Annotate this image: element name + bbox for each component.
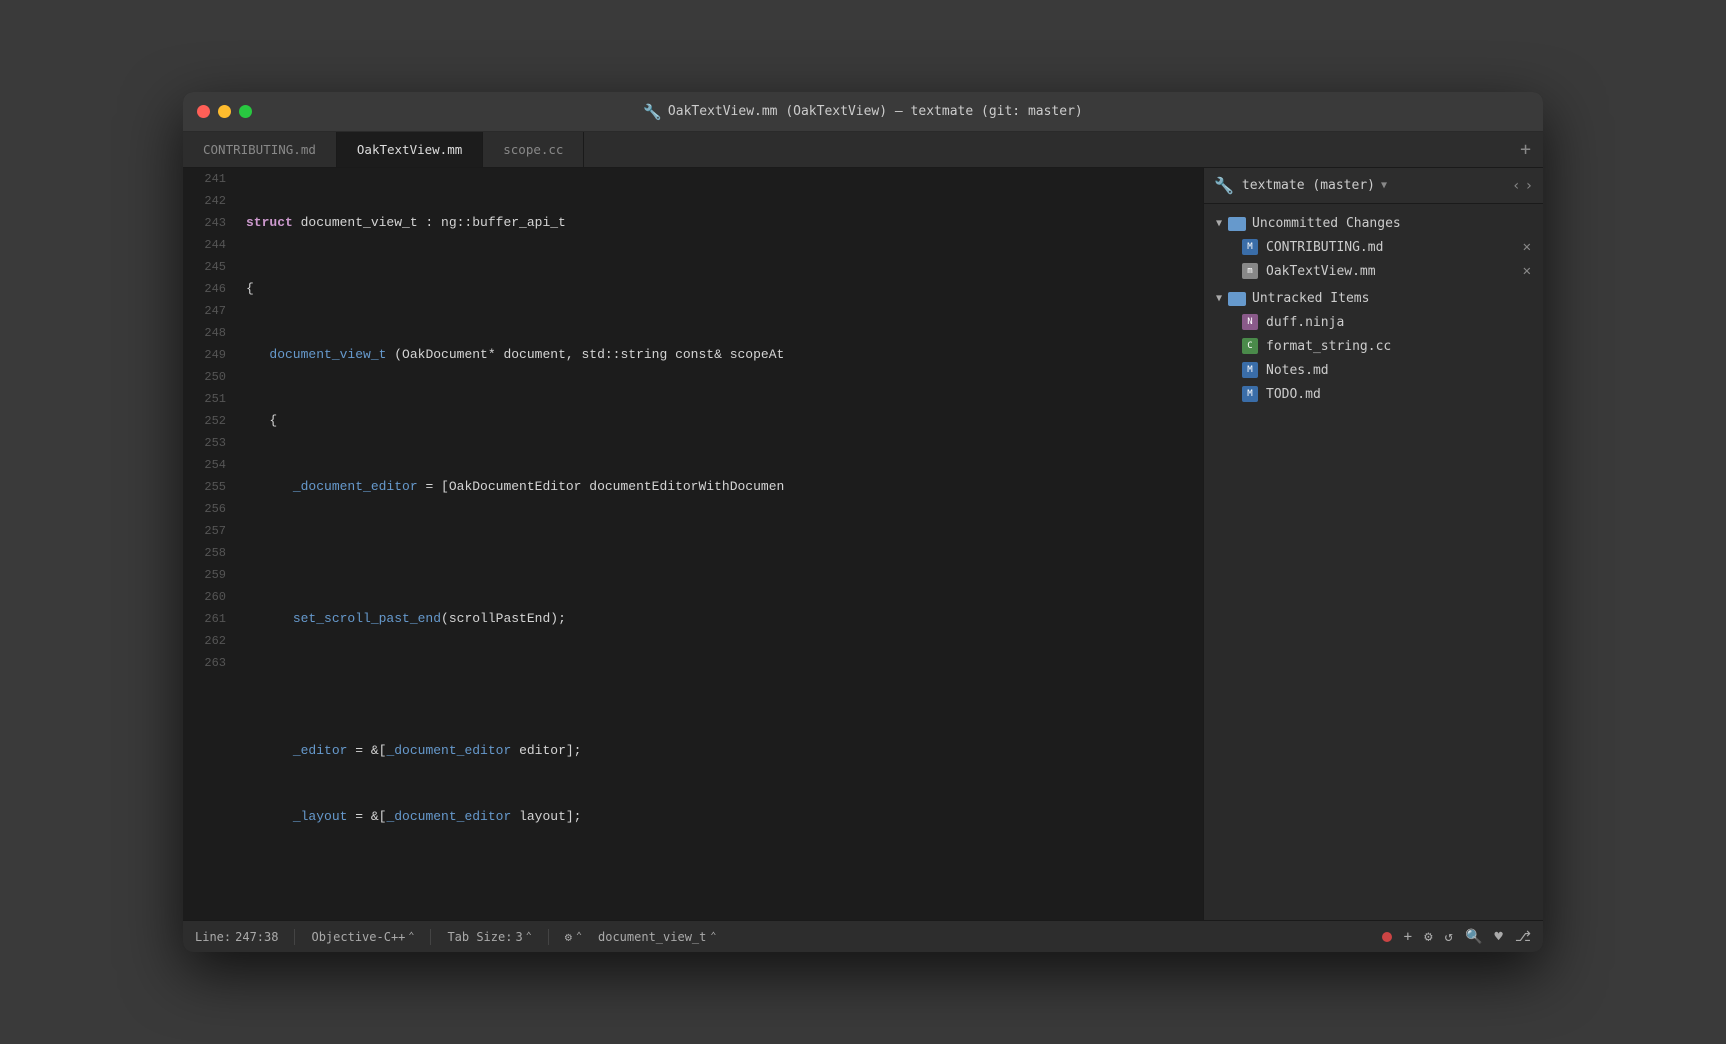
tab-size-selector[interactable]: Tab Size: 3 ⌃: [447, 930, 531, 944]
tab-value: 3: [515, 930, 522, 944]
repo-icon: 🔧: [1214, 176, 1234, 195]
oaktextview-filename: OakTextView.mm: [1266, 264, 1515, 279]
line-value: 247:38: [235, 930, 278, 944]
file-icon-mm: m: [1242, 263, 1258, 279]
chevron-down-icon: ▼: [1381, 180, 1387, 191]
heart-button[interactable]: ♥: [1494, 929, 1502, 945]
tabs-bar: CONTRIBUTING.md OakTextView.mm scope.cc …: [183, 132, 1543, 168]
tab-contributing[interactable]: CONTRIBUTING.md: [183, 132, 337, 167]
right-panel-header: 🔧 textmate (master) ▼ ‹ ›: [1204, 168, 1543, 204]
code-content[interactable]: struct document_view_t : ng::buffer_api_…: [238, 168, 1203, 920]
triangle-icon: ▼: [1216, 293, 1222, 304]
tree-item-duff-ninja[interactable]: N duff.ninja: [1204, 310, 1543, 334]
file-icon-cc: C: [1242, 338, 1258, 354]
traffic-lights: [183, 105, 252, 118]
right-panel: 🔧 textmate (master) ▼ ‹ › ▼ Uncommitted …: [1203, 168, 1543, 920]
tab-label: Tab Size:: [447, 930, 512, 944]
titlebar: 🔧 OakTextView.mm (OakTextView) — textmat…: [183, 92, 1543, 132]
code-line-245: _document_editor = [OakDocumentEditor do…: [246, 476, 1203, 498]
status-divider-1: [294, 929, 295, 945]
line-numbers: 241 ▼242 243 ▼244 245 246 +247 +248 249 …: [183, 168, 238, 920]
add-bookmark-button[interactable]: +: [1404, 929, 1412, 945]
uncommitted-changes-label: Uncommitted Changes: [1252, 216, 1401, 231]
code-line-241: struct document_view_t : ng::buffer_api_…: [246, 212, 1203, 234]
statusbar: Line: 247:38 Objective-C++ ⌃ Tab Size: 3…: [183, 920, 1543, 952]
status-symbol[interactable]: document_view_t ⌃: [598, 930, 716, 944]
search-button[interactable]: 🔍: [1465, 929, 1482, 945]
file-icon-ninja: N: [1242, 314, 1258, 330]
untracked-items-header[interactable]: ▼ Untracked Items: [1204, 287, 1543, 310]
triangle-icon: ▼: [1216, 218, 1222, 229]
repo-selector[interactable]: textmate (master) ▼: [1242, 178, 1504, 193]
close-contributing-button[interactable]: ✕: [1523, 239, 1531, 255]
code-line-243: document_view_t (OakDocument* document, …: [246, 344, 1203, 366]
folder-icon: [1228, 217, 1246, 231]
code-line-251: [246, 872, 1203, 894]
status-divider-3: [548, 929, 549, 945]
status-divider-2: [430, 929, 431, 945]
contributing-filename: CONTRIBUTING.md: [1266, 240, 1515, 255]
main-window: 🔧 OakTextView.mm (OakTextView) — textmat…: [183, 92, 1543, 952]
language-label: Objective-C++: [311, 930, 405, 944]
uncommitted-changes-header[interactable]: ▼ Uncommitted Changes: [1204, 212, 1543, 235]
add-tab-button[interactable]: +: [1508, 132, 1543, 167]
window-title: 🔧 OakTextView.mm (OakTextView) — textmat…: [643, 103, 1083, 121]
nav-arrows: ‹ ›: [1512, 178, 1533, 194]
symbol-label: document_view_t: [598, 930, 706, 944]
file-icon-md: M: [1242, 239, 1258, 255]
code-line-246: [246, 542, 1203, 564]
symbol-chevron-icon: ⌃: [710, 931, 716, 942]
close-button[interactable]: [197, 105, 210, 118]
code-lines: 241 ▼242 243 ▼244 245 246 +247 +248 249 …: [183, 168, 1203, 920]
code-area[interactable]: 241 ▼242 243 ▼244 245 246 +247 +248 249 …: [183, 168, 1203, 920]
code-line-249: _editor = &[_document_editor editor];: [246, 740, 1203, 762]
status-gear[interactable]: ⚙ ⌃: [565, 930, 582, 944]
code-editor[interactable]: 241 ▼242 243 ▼244 245 246 +247 +248 249 …: [183, 168, 1203, 920]
uncommitted-changes-section: ▼ Uncommitted Changes M CONTRIBUTING.md …: [1204, 212, 1543, 283]
file-icon-todo-md: M: [1242, 386, 1258, 402]
code-line-248: [246, 674, 1203, 696]
code-line-244: {: [246, 410, 1203, 432]
refresh-button[interactable]: ↺: [1445, 929, 1453, 945]
tab-chevron-icon: ⌃: [526, 931, 532, 942]
statusbar-right: + ⚙ ↺ 🔍 ♥ ⎇: [1382, 929, 1531, 945]
language-chevron-icon: ⌃: [408, 931, 414, 942]
notes-filename: Notes.md: [1266, 363, 1531, 378]
tree-item-contributing[interactable]: M CONTRIBUTING.md ✕: [1204, 235, 1543, 259]
status-dot-indicator: [1382, 932, 1392, 942]
tree-item-todo[interactable]: M TODO.md: [1204, 382, 1543, 406]
line-label: Line:: [195, 930, 231, 944]
panel-tree: ▼ Uncommitted Changes M CONTRIBUTING.md …: [1204, 204, 1543, 920]
folder-icon: [1228, 292, 1246, 306]
maximize-button[interactable]: [239, 105, 252, 118]
tab-scope[interactable]: scope.cc: [483, 132, 584, 167]
tree-item-format-string[interactable]: C format_string.cc: [1204, 334, 1543, 358]
close-oaktextview-button[interactable]: ✕: [1523, 263, 1531, 279]
tree-item-notes[interactable]: M Notes.md: [1204, 358, 1543, 382]
settings-button[interactable]: ⚙: [1424, 929, 1432, 945]
content-area: 241 ▼242 243 ▼244 245 246 +247 +248 249 …: [183, 168, 1543, 920]
code-line-250: _layout = &[_document_editor layout];: [246, 806, 1203, 828]
nav-back-button[interactable]: ‹: [1512, 178, 1520, 194]
language-selector[interactable]: Objective-C++ ⌃: [311, 930, 414, 944]
format-string-filename: format_string.cc: [1266, 339, 1531, 354]
todo-filename: TODO.md: [1266, 387, 1531, 402]
nav-forward-button[interactable]: ›: [1525, 178, 1533, 194]
untracked-items-label: Untracked Items: [1252, 291, 1369, 306]
tab-oaktextview[interactable]: OakTextView.mm: [337, 132, 483, 167]
gear-icon: ⚙: [565, 930, 572, 944]
minimize-button[interactable]: [218, 105, 231, 118]
gear-chevron-icon: ⌃: [576, 931, 582, 942]
duff-ninja-filename: duff.ninja: [1266, 315, 1531, 330]
code-line-242: {: [246, 278, 1203, 300]
tree-item-oaktextview[interactable]: m OakTextView.mm ✕: [1204, 259, 1543, 283]
status-line: Line: 247:38: [195, 930, 278, 944]
git-button[interactable]: ⎇: [1515, 929, 1531, 945]
untracked-items-section: ▼ Untracked Items N duff.ninja C format_…: [1204, 287, 1543, 406]
file-icon-notes-md: M: [1242, 362, 1258, 378]
code-line-247: set_scroll_past_end(scrollPastEnd);: [246, 608, 1203, 630]
